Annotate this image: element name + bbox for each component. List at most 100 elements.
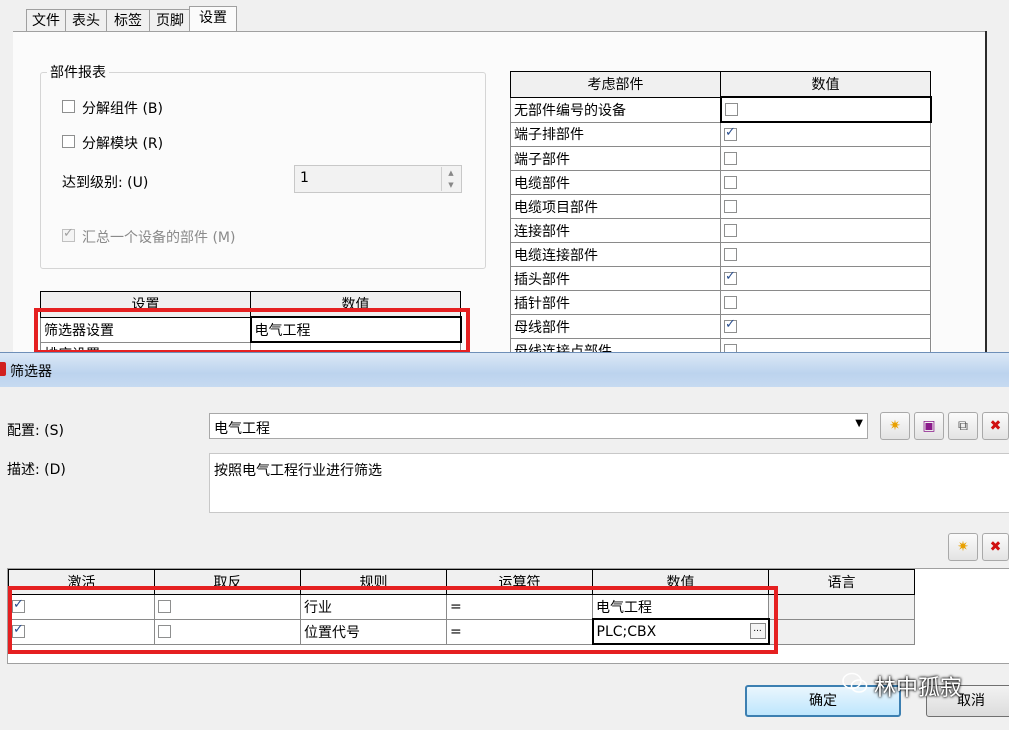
- rules-header-active: 激活: [8, 569, 155, 595]
- tab-label[interactable]: 标签: [106, 9, 150, 32]
- copy-config-button[interactable]: ⧉: [948, 412, 978, 440]
- table-row[interactable]: 行业 = 电气工程: [8, 594, 915, 620]
- delete-config-button[interactable]: ✖: [982, 412, 1009, 440]
- summarize-checkbox[interactable]: [62, 226, 75, 242]
- tab-header[interactable]: 表头: [65, 9, 107, 32]
- operator-cell[interactable]: =: [446, 594, 593, 620]
- part-label: 电缆部件: [510, 170, 721, 195]
- part-checkbox[interactable]: [724, 269, 737, 285]
- part-checkbox[interactable]: [724, 224, 737, 237]
- delete-icon: ✖: [989, 539, 1002, 555]
- part-label: 电缆连接部件: [510, 242, 721, 267]
- spin-down-icon[interactable]: ▼: [442, 179, 460, 191]
- part-label: 连接部件: [510, 218, 721, 243]
- level-spinner[interactable]: 1 ▲ ▼: [294, 165, 462, 193]
- rule-cell[interactable]: 位置代号: [300, 618, 447, 645]
- save-config-button[interactable]: ▣: [914, 412, 944, 440]
- desc-label: 描述: (D): [7, 462, 66, 478]
- chevron-down-icon[interactable]: ▼: [855, 418, 863, 429]
- window-edge: [985, 31, 987, 361]
- language-cell[interactable]: [768, 594, 915, 620]
- app-icon: [0, 362, 6, 376]
- wechat-icon: [842, 672, 868, 693]
- desc-value: 按照电气工程行业进行筛选: [214, 463, 382, 479]
- tab-settings[interactable]: 设置: [189, 6, 237, 33]
- part-checkbox[interactable]: [724, 103, 738, 116]
- table-row[interactable]: 端子排部件: [510, 121, 931, 147]
- negate-checkbox[interactable]: [158, 600, 171, 614]
- parts-report-legend: 部件报表: [50, 65, 106, 81]
- table-row[interactable]: 端子部件: [510, 146, 931, 171]
- new-icon: ✷: [889, 418, 901, 434]
- parts-header-value: 数值: [720, 71, 931, 98]
- explode-module-label: 分解模块 (R): [82, 136, 164, 152]
- part-checkbox[interactable]: [724, 317, 737, 333]
- new-config-button[interactable]: ✷: [880, 412, 910, 440]
- value-edit-field[interactable]: PLC;CBX ...: [591, 618, 770, 645]
- table-row[interactable]: 电缆连接部件: [510, 242, 931, 267]
- config-select[interactable]: 电气工程 ▼: [209, 413, 868, 439]
- settings-header-setting: 设置: [40, 291, 251, 318]
- table-row[interactable]: 电缆项目部件: [510, 194, 931, 219]
- rules-header-value: 数值: [592, 569, 769, 595]
- value-edit-text: PLC;CBX: [596, 623, 657, 640]
- part-checkbox[interactable]: [724, 152, 737, 165]
- config-value: 电气工程: [214, 421, 270, 437]
- table-row[interactable]: 筛选器设置 电气工程: [40, 316, 462, 343]
- dialog-title: 筛选器: [10, 364, 52, 380]
- part-checkbox[interactable]: [724, 296, 737, 309]
- settings-header-value: 数值: [250, 291, 461, 318]
- tab-bar: 文件 表头 标签 页脚 设置: [0, 0, 1009, 33]
- level-label: 达到级别: (U): [62, 175, 149, 191]
- filter-dialog-titlebar: 筛选器: [0, 352, 1009, 387]
- table-row[interactable]: 插头部件: [510, 266, 931, 291]
- setting-value-field[interactable]: 电气工程: [249, 316, 462, 343]
- parts-header-label: 考虑部件: [510, 71, 721, 98]
- table-row[interactable]: 母线部件: [510, 314, 931, 339]
- rule-cell[interactable]: 行业: [300, 594, 447, 620]
- part-checkbox[interactable]: [724, 200, 737, 213]
- part-label: 插头部件: [510, 266, 721, 291]
- part-checkbox[interactable]: [724, 125, 737, 141]
- watermark-text: 林中孤寂: [874, 676, 963, 701]
- delete-rule-button[interactable]: ✖: [982, 533, 1009, 561]
- explode-module-checkbox[interactable]: [62, 135, 75, 148]
- rules-header-negate: 取反: [154, 569, 301, 595]
- table-row[interactable]: 插针部件: [510, 290, 931, 315]
- summarize-label: 汇总一个设备的部件 (M): [82, 230, 236, 246]
- explode-assembly-label: 分解组件 (B): [82, 101, 163, 117]
- ellipsis-button[interactable]: ...: [749, 623, 766, 639]
- part-checkbox[interactable]: [724, 176, 737, 189]
- part-label: 母线部件: [510, 314, 721, 339]
- table-row[interactable]: 无部件编号的设备: [510, 96, 932, 123]
- value-cell[interactable]: 电气工程: [592, 594, 769, 620]
- part-label: 无部件编号的设备: [510, 96, 721, 123]
- new-icon: ✷: [957, 539, 969, 555]
- rules-table: 激活 取反 规则 运算符 数值 语言 行业 = 电气工程 位置代号 = PLC;…: [8, 569, 915, 645]
- tab-footer[interactable]: 页脚: [149, 9, 191, 32]
- language-cell[interactable]: [768, 618, 915, 645]
- spin-up-icon[interactable]: ▲: [442, 167, 460, 179]
- rules-header-language: 语言: [768, 569, 915, 595]
- rules-header-operator: 运算符: [446, 569, 593, 595]
- setting-name: 筛选器设置: [40, 316, 251, 343]
- part-label: 端子排部件: [510, 121, 721, 147]
- part-checkbox[interactable]: [724, 248, 737, 261]
- tab-file[interactable]: 文件: [26, 9, 66, 32]
- new-rule-button[interactable]: ✷: [948, 533, 978, 561]
- negate-checkbox[interactable]: [158, 625, 171, 638]
- explode-assembly-checkbox[interactable]: [62, 100, 75, 113]
- rules-header-rule: 规则: [300, 569, 447, 595]
- table-row[interactable]: 电缆部件: [510, 170, 931, 195]
- table-row[interactable]: 位置代号 = PLC;CBX ...: [8, 618, 915, 645]
- active-checkbox[interactable]: [12, 622, 25, 638]
- active-checkbox[interactable]: [12, 597, 25, 614]
- desc-field[interactable]: 按照电气工程行业进行筛选: [209, 453, 1009, 513]
- operator-cell[interactable]: =: [446, 618, 593, 645]
- copy-icon: ⧉: [958, 418, 968, 434]
- save-icon: ▣: [922, 418, 936, 434]
- table-row[interactable]: 连接部件: [510, 218, 931, 243]
- parts-table: 考虑部件 数值 无部件编号的设备 端子排部件 端子部件 电缆部件 电缆项目部件 …: [510, 71, 932, 363]
- delete-icon: ✖: [989, 418, 1002, 434]
- part-label: 端子部件: [510, 146, 721, 171]
